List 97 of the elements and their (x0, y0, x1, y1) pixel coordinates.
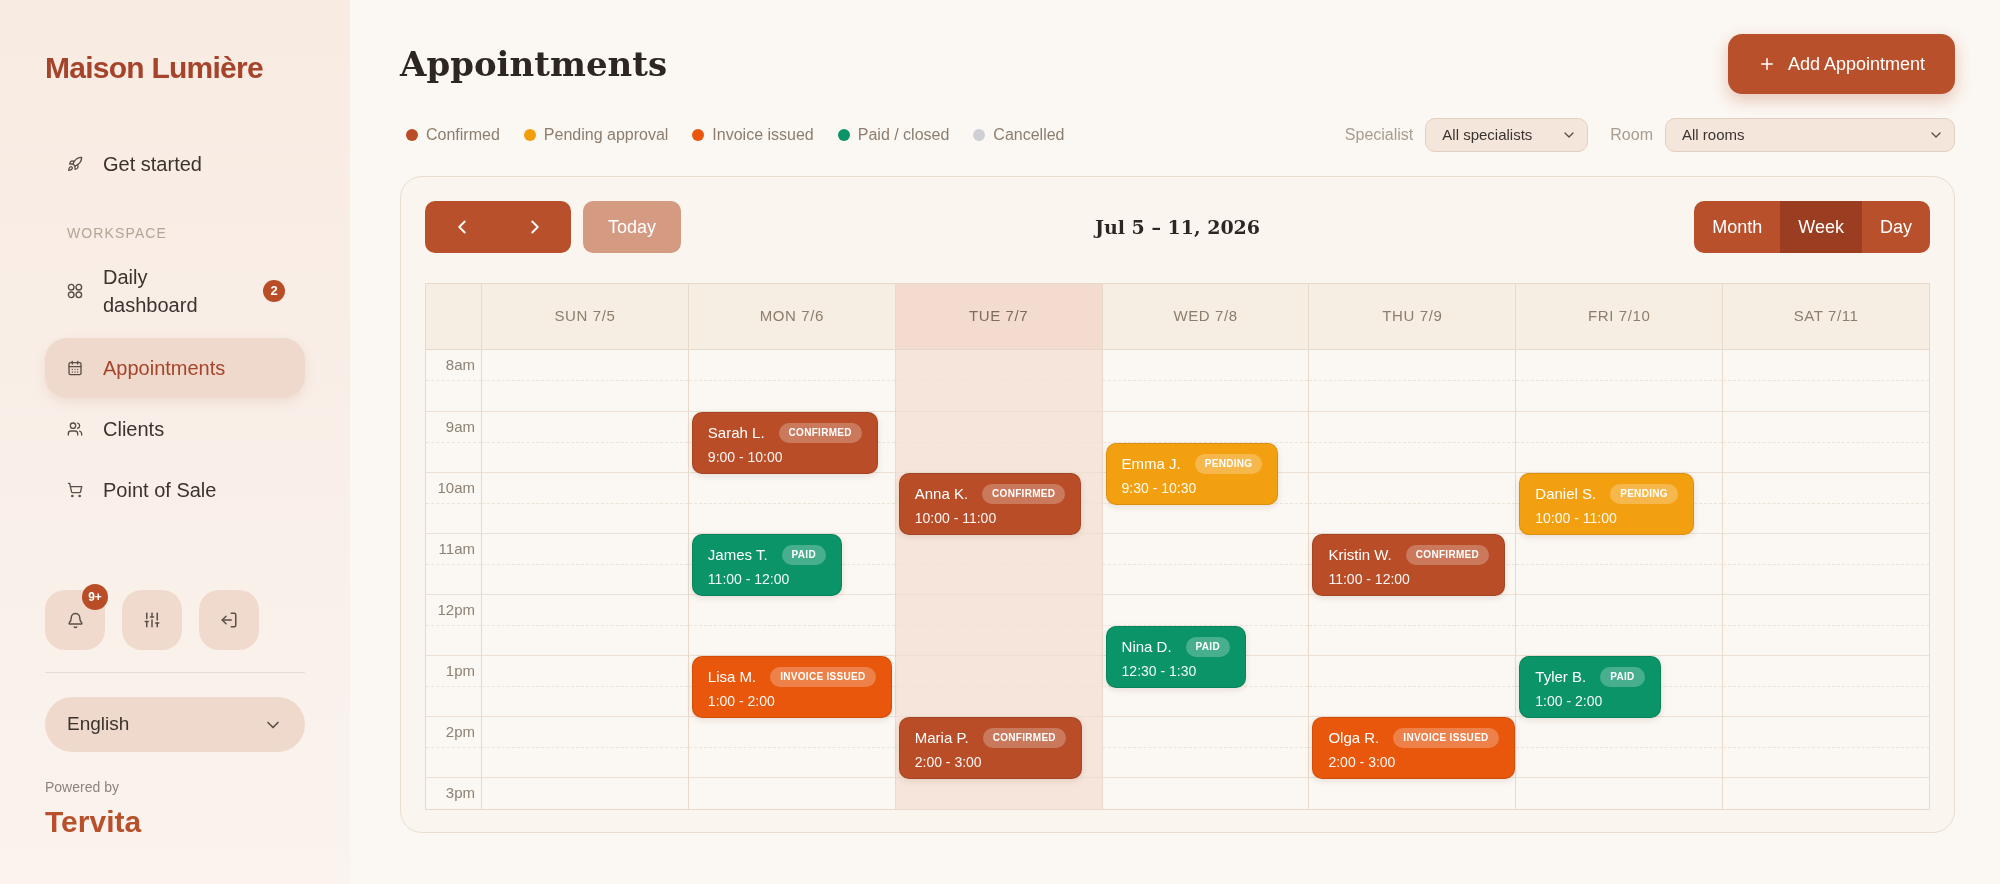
appointment-card[interactable]: Anna K. CONFIRMED 10:00 - 11:00 (898, 473, 1082, 535)
view-tab[interactable]: Month (1694, 201, 1781, 253)
calendar-icon (67, 360, 83, 376)
sign-out-button[interactable] (199, 590, 259, 650)
view-tab[interactable]: Week (1780, 201, 1862, 253)
filter-label: Specialist (1344, 125, 1414, 145)
notifications-button[interactable] (45, 590, 105, 650)
time-label: 10am (437, 478, 475, 498)
client-name: Tyler B. (1535, 667, 1587, 687)
time-range: 9:00 - 10:00 (707, 448, 783, 466)
page-title: Appointments (400, 43, 668, 86)
bell-icon (66, 611, 84, 629)
legend-label: Paid / closed (857, 125, 950, 145)
previous-button[interactable] (425, 201, 498, 253)
legend-label: Confirmed (426, 125, 500, 145)
legend-label: Pending approval (543, 125, 669, 145)
next-button[interactable] (498, 201, 571, 253)
brand-logo: Maison Lumière (45, 50, 263, 86)
client-name: Olga R. (1328, 728, 1380, 748)
view-tab[interactable]: Day (1862, 201, 1930, 253)
client-name: Daniel S. (1535, 484, 1597, 504)
section-title: WORKSPACE (66, 223, 168, 243)
sign-out-icon (220, 611, 238, 629)
nav-item[interactable]: Get started (45, 134, 305, 194)
appointment-card[interactable]: Maria P. CONFIRMED 2:00 - 3:00 (898, 717, 1082, 779)
appointment-card[interactable]: Nina D. PAID 12:30 - 1:30 (1105, 625, 1246, 688)
time-label: 9am (445, 417, 475, 437)
time-range: 11:00 - 12:00 (1328, 570, 1410, 588)
time-range: 10:00 - 11:00 (1535, 509, 1617, 527)
client-name: Nina D. (1121, 636, 1172, 657)
time-range: 12:30 - 1:30 (1121, 661, 1197, 680)
four-circles-icon (67, 283, 83, 299)
nav-item[interactable]: Point of Sale (45, 460, 305, 520)
count-badge: 2 (263, 280, 285, 302)
nav-item[interactable]: Appointments (45, 338, 305, 398)
notification-badge: 9+ (82, 584, 108, 610)
status-badge: CONFIRMED (778, 423, 862, 443)
sliders-icon (143, 611, 161, 629)
time-label: 3pm (445, 783, 475, 803)
time-label: 8am (445, 355, 475, 375)
time-range: 10:00 - 11:00 (914, 509, 997, 527)
status-badge: PENDING (1610, 484, 1678, 504)
filter-select[interactable]: All rooms (1665, 118, 1955, 152)
time-range: 11:00 - 12:00 (707, 570, 790, 588)
appointment-card[interactable]: Sarah L. CONFIRMED 9:00 - 10:00 (691, 412, 878, 474)
time-range: 1:00 - 2:00 (1535, 692, 1603, 710)
client-name: Kristin W. (1328, 545, 1392, 565)
users-icon (67, 421, 83, 437)
date-range-title: Jul 5 – 11, 2026 (1092, 214, 1262, 240)
status-badge: PAID (1600, 667, 1645, 687)
appointment-card[interactable]: James T. PAID 11:00 - 12:00 (691, 534, 842, 596)
add-appointment-button[interactable]: Add Appointment (1727, 34, 1955, 94)
status-badge: INVOICE ISSUED (770, 667, 876, 687)
client-name: Sarah L. (707, 423, 765, 443)
day-header: FRI 7/10 (1515, 284, 1723, 349)
client-name: Emma J. (1121, 453, 1181, 474)
settings-button[interactable] (122, 590, 182, 650)
day-header: SAT 7/11 (1722, 284, 1929, 349)
vendor-logo: Tervita (45, 804, 142, 840)
appointment-card[interactable]: Lisa M. INVOICE ISSUED 1:00 - 2:00 (691, 656, 892, 718)
status-badge: PAID (781, 545, 826, 565)
status-badge: CONFIRMED (982, 484, 1066, 504)
day-header: THU 7/9 (1308, 284, 1516, 349)
time-label: 11am (438, 539, 475, 559)
appointment-card[interactable]: Olga R. INVOICE ISSUED 2:00 - 3:00 (1312, 717, 1515, 779)
time-label: 1pm (445, 661, 475, 681)
status-badge: CONFIRMED (982, 728, 1066, 748)
appointment-card[interactable]: Tyler B. PAID 1:00 - 2:00 (1519, 656, 1661, 718)
day-header: SUN 7/5 (481, 284, 688, 349)
day-header: TUE 7/7 (894, 284, 1102, 349)
client-name: Maria P. (914, 728, 969, 748)
status-badge: CONFIRMED (1405, 545, 1490, 565)
day-header: WED 7/8 (1101, 284, 1309, 349)
nav-item[interactable]: Clients (45, 399, 305, 459)
rocket-icon (67, 156, 83, 172)
status-badge: PENDING (1194, 453, 1263, 474)
client-name: Anna K. (914, 484, 969, 504)
client-name: James T. (707, 545, 768, 565)
status-badge: PAID (1185, 636, 1230, 657)
time-range: 9:30 - 10:30 (1121, 478, 1197, 497)
powered-by-label: Powered by (45, 778, 119, 796)
nav-item[interactable]: Daily dashboard 2 (45, 255, 305, 327)
time-range: 2:00 - 3:00 (1328, 753, 1396, 771)
cart-icon (67, 482, 83, 498)
legend-label: Invoice issued (712, 125, 814, 145)
time-label: 12pm (437, 600, 475, 620)
time-label: 2pm (445, 722, 475, 742)
filter-select[interactable]: All specialists (1425, 118, 1589, 152)
legend-label: Cancelled (993, 125, 1065, 145)
day-header: MON 7/6 (687, 284, 895, 349)
filter-label: Room (1610, 125, 1653, 145)
status-badge: INVOICE ISSUED (1393, 728, 1499, 748)
client-name: Lisa M. (707, 667, 757, 687)
language-select[interactable]: English (45, 697, 305, 752)
time-range: 2:00 - 3:00 (914, 753, 982, 771)
time-range: 1:00 - 2:00 (707, 692, 775, 710)
appointment-card[interactable]: Kristin W. CONFIRMED 11:00 - 12:00 (1312, 534, 1506, 596)
